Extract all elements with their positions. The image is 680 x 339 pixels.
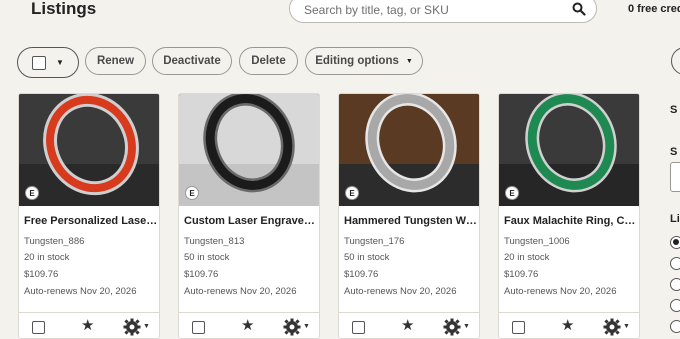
page-title: Listings [31,0,97,18]
caret-down-icon: ▼ [56,58,64,67]
gear-icon[interactable] [443,318,461,336]
listing-image[interactable]: E [19,94,159,206]
editing-options-button[interactable]: Editing options ▼ [305,47,423,75]
listing-image[interactable]: E [499,94,639,206]
right-panel-heading: Li [670,213,680,225]
caret-down-icon: ▼ [405,57,413,65]
star-icon[interactable]: ★ [241,318,254,333]
right-panel-heading: S [670,104,678,116]
listing-sku: Tungsten_1006 [504,236,570,247]
listing-badge: E [345,186,359,200]
listing-card[interactable]: E Faux Malachite Ring, Cu... Tungsten_10… [498,93,640,339]
search-icon[interactable] [572,2,586,16]
listing-checkbox[interactable] [512,321,525,334]
listing-renewal: Auto-renews Nov 20, 2026 [184,286,297,297]
filter-radio[interactable] [670,320,680,333]
listing-image[interactable]: E [339,94,479,206]
ring-image [179,94,319,206]
ring-image [339,94,479,206]
listing-stock: 20 in stock [24,252,70,263]
credits-text: 0 free cred [628,3,680,15]
listing-checkbox[interactable] [352,321,365,334]
caret-down-icon[interactable]: ▼ [623,323,630,330]
listing-badge: E [185,186,199,200]
listing-sku: Tungsten_886 [24,236,85,247]
filter-radio[interactable] [670,236,680,249]
star-icon[interactable]: ★ [561,318,574,333]
filter-radio[interactable] [670,299,680,312]
ring-image [19,94,159,206]
listing-card[interactable]: E Custom Laser Engraved ... Tungsten_813… [178,93,320,339]
listing-stock: 20 in stock [504,252,550,263]
search-bar[interactable] [289,0,597,23]
right-panel-heading: S [670,146,678,158]
listing-price: $109.76 [24,269,59,280]
listing-stock: 50 in stock [184,252,230,263]
listing-title[interactable]: Custom Laser Engraved ... [184,215,318,227]
search-input[interactable] [304,3,564,17]
listing-renewal: Auto-renews Nov 20, 2026 [504,286,617,297]
listing-title[interactable]: Faux Malachite Ring, Cu... [504,215,638,227]
select-all-dropdown[interactable]: ▼ [17,47,79,78]
listing-actions: ★ ▼ [19,312,159,338]
listing-sku: Tungsten_176 [344,236,405,247]
listing-checkbox[interactable] [192,321,205,334]
caret-down-icon[interactable]: ▼ [303,323,310,330]
listing-title[interactable]: Free Personalized Laser ... [24,215,158,227]
bulk-toolbar: ▼ Renew Deactivate Delete Editing option… [0,47,680,78]
listing-sku: Tungsten_813 [184,236,245,247]
star-icon[interactable]: ★ [401,318,414,333]
gear-icon[interactable] [283,318,301,336]
listing-badge: E [505,186,519,200]
listing-image[interactable]: E [179,94,319,206]
listing-badge: E [25,186,39,200]
listing-renewal: Auto-renews Nov 20, 2026 [344,286,457,297]
right-panel-input[interactable] [670,162,680,192]
listing-card[interactable]: E Free Personalized Laser ... Tungsten_8… [18,93,160,339]
filter-radio[interactable] [670,257,680,270]
listing-price: $109.76 [184,269,219,280]
star-icon[interactable]: ★ [81,318,94,333]
gear-icon[interactable] [603,318,621,336]
renew-button[interactable]: Renew [85,47,146,75]
caret-down-icon[interactable]: ▼ [463,323,470,330]
listing-actions: ★ ▼ [499,312,639,338]
listing-price: $109.76 [344,269,379,280]
ring-image [499,94,639,206]
delete-button[interactable]: Delete [239,47,298,75]
filter-radio[interactable] [670,278,680,291]
listing-price: $109.76 [504,269,539,280]
listing-title[interactable]: Hammered Tungsten We... [344,215,478,227]
caret-down-icon[interactable]: ▼ [143,323,150,330]
select-all-checkbox[interactable] [32,55,47,70]
listing-checkbox[interactable] [32,321,45,334]
listing-actions: ★ ▼ [339,312,479,338]
listing-stock: 50 in stock [344,252,390,263]
editing-options-label: Editing options [315,55,399,67]
listing-renewal: Auto-renews Nov 20, 2026 [24,286,137,297]
listing-actions: ★ ▼ [179,312,319,338]
deactivate-button[interactable]: Deactivate [152,47,232,75]
gear-icon[interactable] [123,318,141,336]
listing-card[interactable]: E Hammered Tungsten We... Tungsten_176 5… [338,93,480,339]
